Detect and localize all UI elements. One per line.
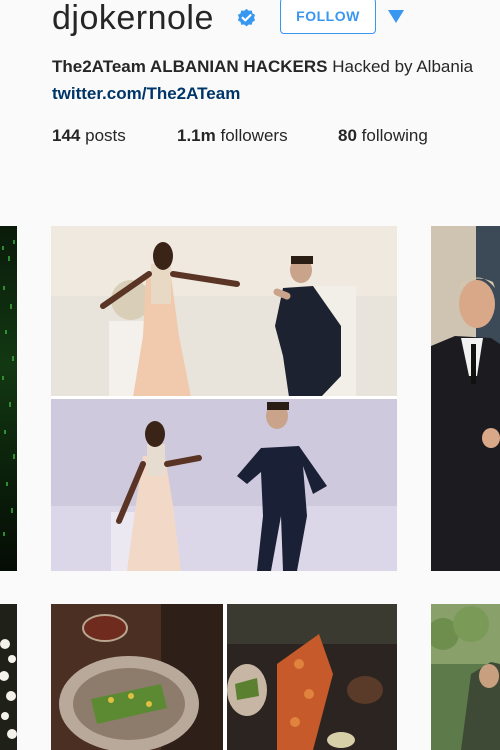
dance-collage-image (51, 226, 397, 571)
profile-full-name: The2ATeam ALBANIAN HACKERS (52, 57, 328, 76)
posts-count: 144 (52, 126, 81, 145)
profile-bio: The2ATeam ALBANIAN HACKERS Hacked by Alb… (52, 57, 473, 77)
following-label: following (361, 126, 428, 145)
post-thumbnail-dance-collage[interactable] (51, 226, 397, 571)
stat-posts: 144 posts (52, 126, 126, 146)
post-thumbnail-right-partial[interactable] (431, 226, 500, 571)
post-thumbnail-left-partial[interactable]: am (0, 226, 17, 571)
posts-label: posts (85, 126, 126, 145)
profile-bio-text: Hacked by Albania (332, 57, 474, 76)
followers-count: 1.1m (177, 126, 216, 145)
profile-username: djokernole (52, 0, 214, 37)
follow-button[interactable]: FOLLOW (280, 0, 376, 34)
dropdown-arrow-icon[interactable] (388, 10, 404, 23)
following-count: 80 (338, 126, 357, 145)
verified-badge-icon (237, 8, 256, 27)
post-thumbnail-flowers-partial[interactable] (0, 604, 17, 750)
matrix-pattern-image: am (2, 240, 15, 536)
flowers-image (0, 639, 17, 739)
post-thumbnail-garden-partial[interactable] (431, 604, 500, 750)
followers-label: followers (220, 126, 288, 145)
profile-external-link[interactable]: twitter.com/The2ATeam (52, 84, 240, 104)
stat-following[interactable]: 80 following (338, 126, 428, 146)
food-collage-image (51, 604, 397, 750)
stat-followers[interactable]: 1.1m followers (177, 126, 288, 146)
post-thumbnail-food-collage[interactable] (51, 604, 397, 750)
man-in-suit-image (431, 226, 500, 571)
garden-image (431, 604, 500, 750)
